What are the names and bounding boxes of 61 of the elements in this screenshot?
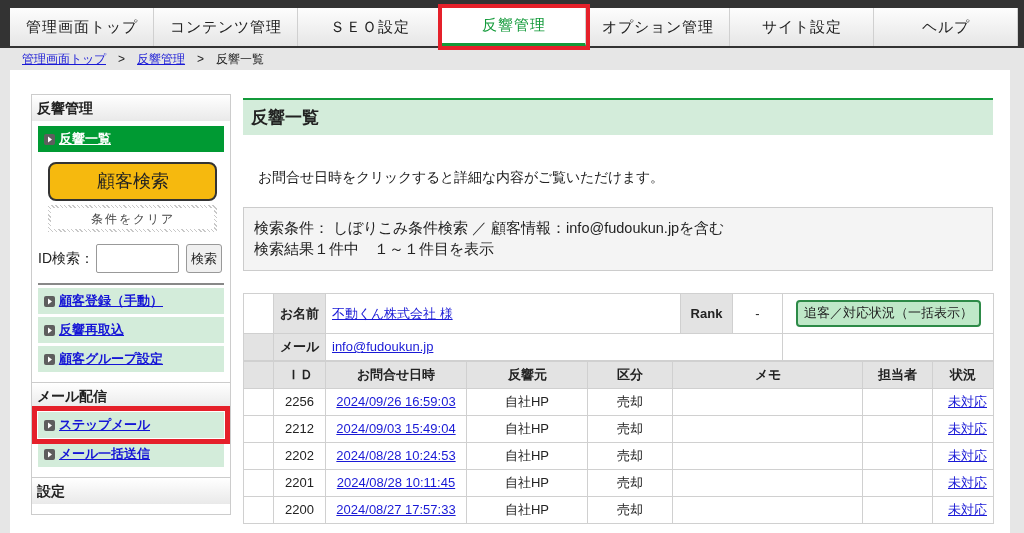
page-title: 反響一覧 [243,98,993,135]
table-header-cell: ＩＤ [273,361,326,389]
table-header-cell: メモ [672,361,863,389]
table-cell: 売却 [587,442,673,470]
breadcrumb-separator: > [197,51,205,68]
nav-tab[interactable]: 管理画面トップ [10,8,154,46]
status-link[interactable]: 未対応 [948,421,987,437]
email-link[interactable]: info@fudoukun.jp [332,339,434,355]
search-condition-text: 検索条件： しぼりこみ条件検索 ／ 顧客情報：info@fudoukun.jpを含む [254,219,726,238]
table-cell: 売却 [587,496,673,524]
sidebar-menu-item[interactable]: メール一括送信 [38,441,224,467]
table-header-cell: 担当者 [862,361,933,389]
table-cell: 売却 [587,415,673,443]
status-link[interactable]: 未対応 [948,502,987,518]
table-cell: - [732,293,783,334]
clear-conditions-button[interactable]: 条件をクリア [48,205,217,232]
nav-tab[interactable]: ヘルプ [874,8,1018,46]
sidebar-menu-item[interactable]: 反響一覧 [38,126,224,152]
table-header-cell: 区分 [587,361,673,389]
table-cell: 売却 [587,469,673,497]
inquiry-date-link[interactable]: 2024/08/27 17:57:33 [336,502,456,518]
breadcrumb-separator: > [118,51,125,68]
nav-tab[interactable]: コンテンツ管理 [154,8,298,46]
table-cell: 2202 [273,442,326,470]
customer-name-link[interactable]: 不動くん株式会社 様 [332,305,453,321]
table-header-cell: Rank [680,293,733,334]
inquiry-date-link[interactable]: 2024/09/03 15:49:04 [336,421,456,437]
status-link[interactable]: 未対応 [948,475,987,491]
sidebar-menu-item[interactable]: 顧客グループ設定 [38,346,224,372]
table-cell: 2212 [273,415,326,443]
table-header-cell: お名前 [273,293,326,334]
sidebar-menu-item[interactable]: 顧客登録（手動） [38,288,224,314]
table-cell: 自社HP [466,469,588,497]
table-header-cell: 反響元 [466,361,588,389]
status-link[interactable]: 未対応 [948,448,987,464]
nav-tab[interactable]: サイト設定 [730,8,874,46]
search-result-text: 検索結果１件中 １～１件目を表示 [254,240,495,259]
table-header-cell: お問合せ日時 [325,361,467,389]
sidebar-menu-item[interactable]: 反響再取込 [38,317,224,343]
inquiry-date-link[interactable]: 2024/08/28 10:24:53 [336,448,456,464]
table-cell: 2200 [273,496,326,524]
table-cell: 自社HP [466,496,588,524]
table-header-cell: 状況 [932,361,994,389]
table-cell: 2201 [273,469,326,497]
table-cell: 売却 [587,388,673,416]
breadcrumb-link[interactable]: 管理画面トップ [22,50,106,68]
table-cell: 自社HP [466,415,588,443]
table-cell: 自社HP [466,388,588,416]
table-cell: 2256 [273,388,326,416]
id-search-label: ID検索： [38,249,94,268]
status-link[interactable]: 未対応 [948,394,987,410]
id-search-field[interactable] [96,244,179,273]
breadcrumb-link[interactable]: 反響管理 [137,50,185,68]
inquiry-date-link[interactable]: 2024/09/26 16:59:03 [336,394,456,410]
breadcrumb-current: 反響一覧 [216,51,265,68]
table-cell: 自社HP [466,442,588,470]
notice-text: お問合せ日時をクリックすると詳細な内容がご覧いただけます。 [257,168,665,187]
id-search-button[interactable]: 検索 [186,244,222,273]
inquiry-date-link[interactable]: 2024/08/28 10:11:45 [336,475,456,491]
customer-search-button[interactable]: 顧客検索 [48,162,217,201]
status-overview-button[interactable]: 追客／対応状況（一括表示） [795,300,981,327]
